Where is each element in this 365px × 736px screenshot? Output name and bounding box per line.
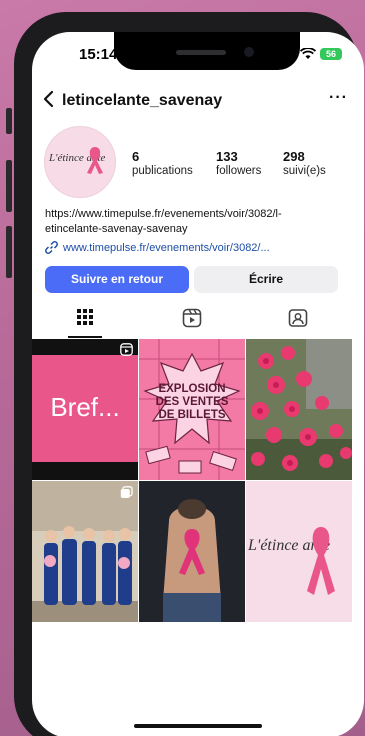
home-indicator[interactable] <box>134 724 262 728</box>
pink-ribbon-icon <box>87 147 103 174</box>
stat-following[interactable]: 298 suivi(e)s <box>283 149 326 177</box>
phone-volume-down-button <box>6 226 12 278</box>
profile-link-text: www.timepulse.fr/evenements/voir/3082/..… <box>63 241 270 254</box>
phone-volume-up-button <box>6 160 12 212</box>
stat-followers-label: followers <box>216 165 262 177</box>
stat-followers[interactable]: 133 followers <box>216 149 261 177</box>
front-camera <box>244 47 254 57</box>
profile-bio: https://www.timepulse.fr/evenements/voir… <box>45 207 355 237</box>
stat-following-value: 298 <box>283 149 305 164</box>
post-tile[interactable]: L'étince ante <box>246 481 352 622</box>
post-tile[interactable] <box>139 481 245 622</box>
phone-frame: 15:14 56 letincelante_savenay ··· L'étin… <box>14 12 364 736</box>
post-image <box>139 481 245 622</box>
profile-link[interactable]: www.timepulse.fr/evenements/voir/3082/..… <box>45 241 270 254</box>
carousel-icon <box>120 486 133 498</box>
stat-following-label: suivi(e)s <box>283 165 326 177</box>
profile-username: letincelante_savenay <box>62 92 223 109</box>
post-tile[interactable]: EXPLOSION DES VENTES DE BILLETS <box>139 339 245 480</box>
bio-line-1: https://www.timepulse.fr/evenements/voir… <box>45 208 282 220</box>
phone-screen: 15:14 56 letincelante_savenay ··· L'étin… <box>32 32 364 736</box>
more-options-icon[interactable]: ··· <box>329 89 348 107</box>
stat-followers-value: 133 <box>216 149 238 164</box>
reels-tab-icon[interactable] <box>182 308 202 328</box>
message-button[interactable]: Écrire <box>194 266 338 293</box>
profile-header: letincelante_savenay ··· <box>32 88 364 114</box>
stat-publications-value: 6 <box>132 149 140 164</box>
post-tile[interactable]: Bref... <box>32 339 138 480</box>
follow-back-button[interactable]: Suivre en retour <box>45 266 189 293</box>
wifi-icon <box>300 48 316 59</box>
stat-publications[interactable]: 6 publications <box>132 149 193 177</box>
post-headline: EXPLOSION DES VENTES DE BILLETS <box>155 383 229 421</box>
back-arrow-icon[interactable] <box>42 90 56 108</box>
active-tab-indicator <box>68 336 102 338</box>
notch <box>114 32 300 70</box>
tagged-tab-icon[interactable] <box>288 308 308 328</box>
grid-tab-icon[interactable] <box>76 308 94 326</box>
stat-publications-label: publications <box>132 165 193 177</box>
speaker <box>176 50 226 55</box>
pink-ribbon-icon <box>307 527 335 595</box>
reel-icon <box>120 343 133 356</box>
avatar[interactable]: L'étince ante <box>44 126 116 198</box>
bio-line-2: etincelante-savenay-savenay <box>45 223 188 235</box>
profile-tabs <box>32 302 364 338</box>
status-time: 15:14 <box>79 46 118 63</box>
post-tile[interactable] <box>246 339 352 480</box>
battery-icon: 56 <box>320 48 342 60</box>
profile-stats: 6 publications 133 followers 298 suivi(e… <box>132 149 362 189</box>
post-tile[interactable] <box>32 481 138 622</box>
phone-side-button <box>6 108 12 134</box>
post-text: Bref... <box>50 392 120 422</box>
link-icon <box>45 241 58 254</box>
post-image <box>246 339 352 480</box>
posts-grid: Bref... EXPLOSION DES VENTES DE BILLETS … <box>32 339 364 623</box>
post-image <box>32 481 138 622</box>
